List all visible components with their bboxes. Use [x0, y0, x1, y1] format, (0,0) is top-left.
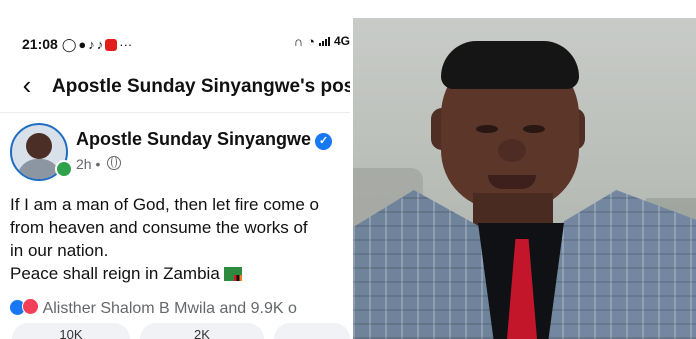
like-count-button[interactable]: 10K: [12, 323, 130, 339]
whatsapp-icon: ◯: [61, 36, 77, 52]
notification-app-icon: [105, 39, 118, 51]
status-bar: 21:08 ◯ ● ♪ ♪ ··· ∩ ◔ 4G: [22, 34, 350, 54]
status-time: 21:08: [22, 36, 58, 52]
post-line-2: from heaven and consume the works of: [10, 218, 308, 237]
post-line-4-text: Peace shall reign in Zambia: [10, 264, 220, 283]
tiktok-icon: ♪: [96, 36, 104, 52]
author-name-text: Apostle Sunday Sinyangwe: [76, 129, 312, 149]
facebook-post-screenshot: 21:08 ◯ ● ♪ ♪ ··· ∩ ◔ 4G ‹ Apostle Sunda…: [0, 0, 350, 339]
more-status-icon: ···: [119, 36, 133, 52]
wifi-icon: ◔: [307, 33, 315, 49]
reaction-summary: Alisther Shalom B Mwila and 9.9K o: [42, 300, 297, 316]
reactions-row[interactable]: Alisther Shalom B Mwila and 9.9K o: [10, 296, 350, 316]
post-meta: 2h •: [76, 155, 122, 172]
verified-icon: ✓: [315, 133, 333, 150]
nose: [498, 139, 526, 162]
online-status-icon: [55, 160, 73, 178]
back-arrow-icon[interactable]: ‹: [18, 72, 36, 98]
author-row: Apostle Sunday Sinyangwe ✓ 2h •: [10, 123, 350, 183]
post-line-1: If I am a man of God, then let fire come…: [10, 195, 319, 214]
author-name[interactable]: Apostle Sunday Sinyangwe ✓: [76, 129, 333, 151]
post-line-3: in our nation.: [10, 241, 109, 260]
love-reaction-icon: [22, 298, 39, 315]
headphones-icon: ∩: [293, 33, 304, 49]
post-text: If I am a man of God, then let fire come…: [10, 193, 350, 285]
page-title: Apostle Sunday Sinyangwe's post: [52, 76, 350, 97]
comment-count-button[interactable]: 2K: [140, 323, 264, 339]
left-eye: [476, 125, 498, 133]
zambia-flag-icon: [223, 267, 242, 281]
post-line-4: Peace shall reign in Zambia: [10, 262, 350, 285]
status-app-icons: ◯ ● ♪ ♪ ···: [62, 38, 132, 51]
status-right: ∩ ◔ 4G: [294, 34, 350, 48]
right-eye: [523, 125, 545, 133]
signal-icon: [318, 36, 330, 46]
message-icon: ●: [78, 36, 87, 52]
action-row: 10K 2K: [0, 323, 350, 339]
post-header: ‹ Apostle Sunday Sinyangwe's post: [0, 64, 350, 113]
globe-icon: [107, 156, 122, 170]
portrait-photo: [353, 18, 696, 339]
tiktok-icon: ♪: [88, 36, 95, 52]
post-time: 2h: [76, 156, 92, 172]
avatar-face: [26, 133, 52, 159]
network-label: 4G: [333, 34, 350, 48]
mouth: [488, 175, 536, 189]
share-button[interactable]: [274, 323, 350, 339]
hair: [441, 41, 579, 89]
